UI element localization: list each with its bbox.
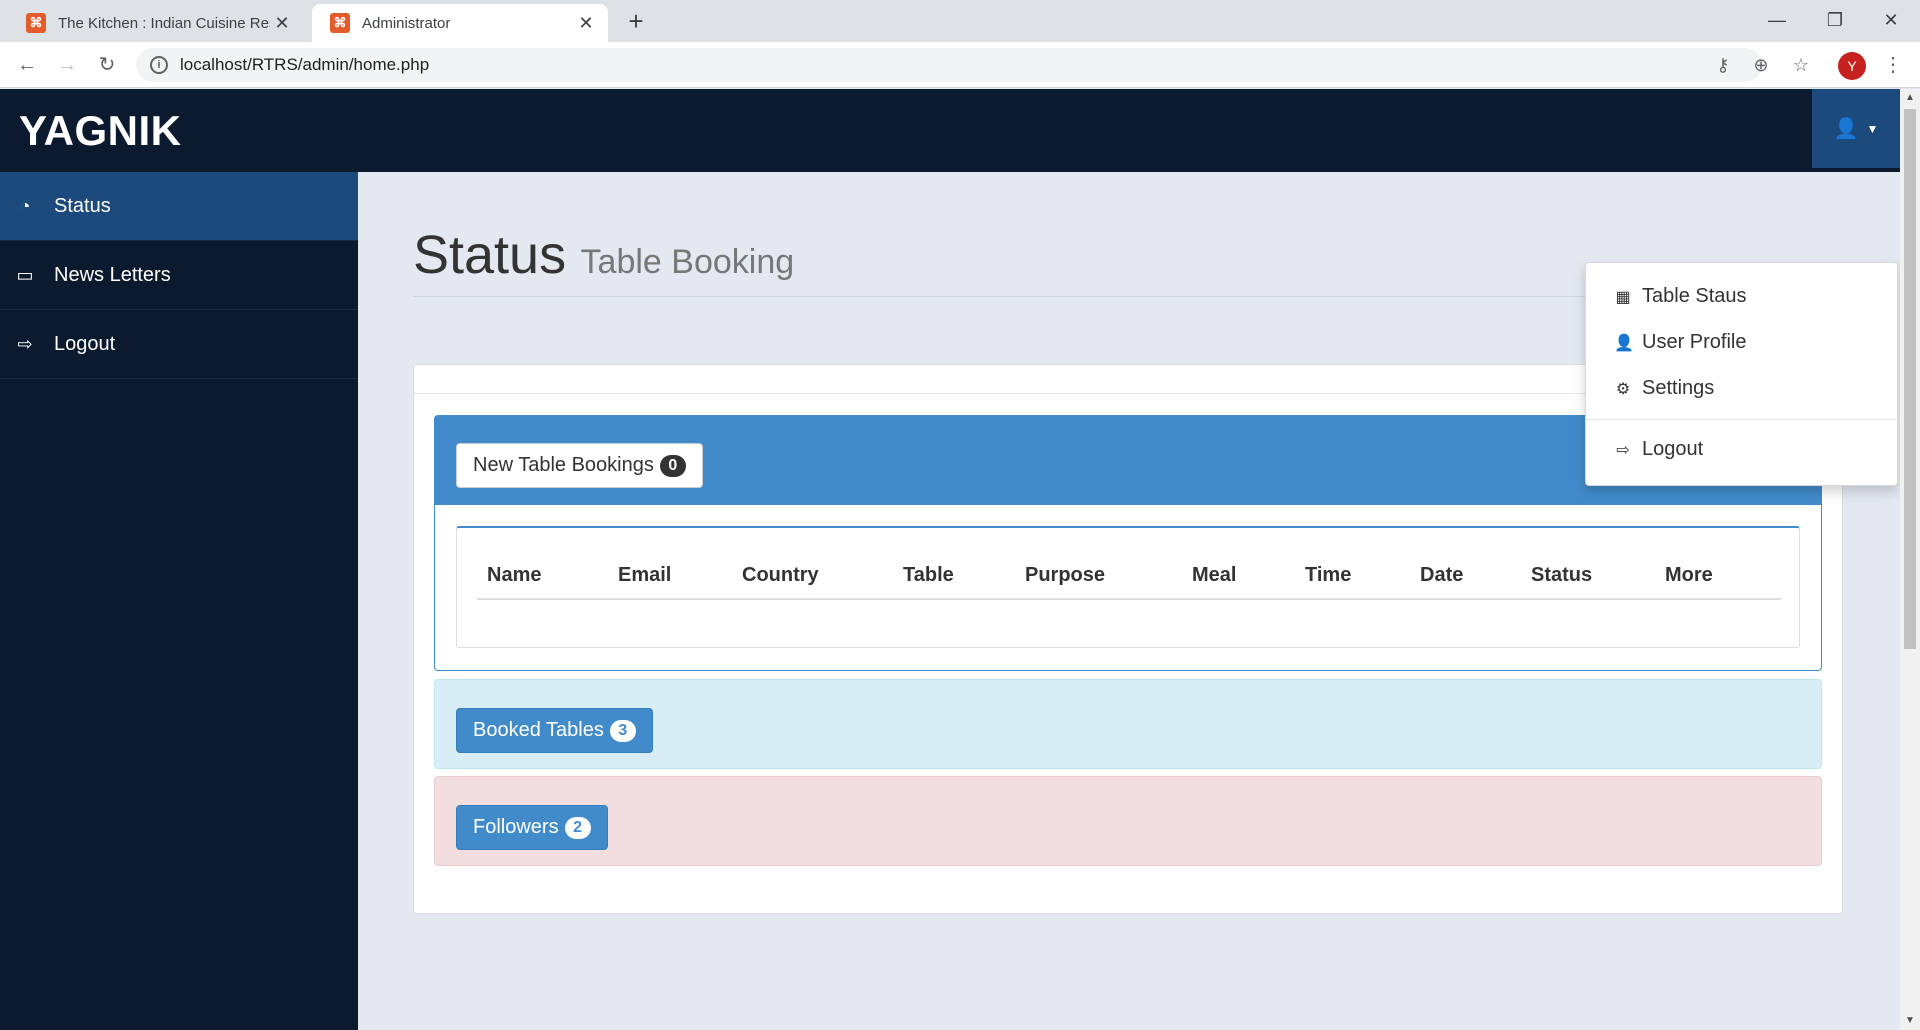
browser-menu-icon[interactable]: ⋮: [1880, 50, 1906, 80]
reload-icon[interactable]: ↻: [92, 50, 122, 80]
scroll-up-icon[interactable]: ▲: [1900, 89, 1920, 107]
button-label: New Table Bookings: [473, 454, 654, 476]
zoom-icon[interactable]: ⊕: [1748, 52, 1774, 78]
column-header-status: Status: [1531, 564, 1593, 586]
bookings-table: Name Email Country Table Purpose Meal Ti…: [456, 526, 1800, 648]
count-badge: 0: [659, 454, 686, 477]
count-badge: 2: [564, 816, 591, 839]
forward-icon[interactable]: →: [52, 50, 82, 80]
menu-item-table-status[interactable]: ▦ Table Staus: [1614, 285, 1747, 308]
maximize-icon[interactable]: ❐: [1806, 0, 1864, 42]
close-icon[interactable]: ✕: [270, 13, 294, 34]
table-icon: ▦: [1615, 288, 1631, 306]
page-title: Status: [413, 225, 567, 285]
followers-panel: Followers 2: [434, 776, 1822, 866]
menu-item-user-profile[interactable]: 👤 User Profile: [1614, 331, 1746, 354]
url-text[interactable]: localhost/RTRS/admin/home.php: [180, 55, 429, 75]
column-header-time: Time: [1305, 564, 1352, 586]
column-header-meal: Meal: [1192, 564, 1237, 586]
omnibox[interactable]: i localhost/RTRS/admin/home.php: [136, 48, 1762, 82]
page-subtitle: Table Booking: [580, 243, 795, 281]
page-scrollbar[interactable]: ▲ ▼: [1900, 89, 1920, 1030]
column-header-more: More: [1665, 564, 1713, 586]
window-close-icon[interactable]: ✕: [1862, 0, 1920, 42]
browser-tab-administrator[interactable]: ⌘ Administrator ✕: [312, 4, 608, 42]
menu-item-label: Table Staus: [1642, 285, 1747, 307]
info-icon[interactable]: i: [150, 56, 168, 74]
user-dropdown-toggle[interactable]: 👤 ▼: [1812, 89, 1900, 168]
back-icon[interactable]: ←: [12, 50, 42, 80]
new-tab-button[interactable]: +: [620, 6, 652, 38]
menu-item-settings[interactable]: ⚙ Settings: [1614, 377, 1714, 400]
sidebar-item-news-letters[interactable]: ▭ News Letters: [0, 241, 358, 310]
page: YAGNIK 👤 ▼ ◔ Status ▭ News Letters ⇨ Log…: [0, 89, 1900, 1030]
sidebar-item-label: Logout: [54, 332, 116, 355]
menu-item-label: Settings: [1642, 377, 1715, 399]
close-icon[interactable]: ✕: [574, 13, 598, 34]
booked-tables-button[interactable]: Booked Tables 3: [456, 708, 653, 753]
brand-logo[interactable]: YAGNIK: [19, 107, 182, 155]
desktop-icon: ▭: [16, 264, 34, 285]
column-header-name: Name: [487, 564, 542, 586]
sign-out-icon: ⇨: [17, 333, 33, 354]
xampp-icon: ⌘: [26, 13, 46, 33]
minimize-icon[interactable]: —: [1748, 0, 1806, 42]
menu-divider: [1586, 419, 1897, 420]
tab-title: Administrator: [362, 14, 451, 32]
browser-tab-kitchen[interactable]: ⌘ The Kitchen : Indian Cuisine Resta ✕: [8, 4, 304, 42]
menu-item-logout[interactable]: ⇨ Logout: [1614, 438, 1703, 461]
user-icon: 👤: [1614, 334, 1634, 352]
sidebar-item-label: Status: [54, 194, 111, 217]
new-table-bookings-button[interactable]: New Table Bookings 0: [456, 443, 703, 488]
gear-icon: ⚙: [1615, 380, 1631, 398]
dashboard-icon: ◔: [19, 195, 31, 216]
button-label: Booked Tables: [473, 719, 604, 741]
xampp-icon: ⌘: [330, 13, 350, 33]
key-icon[interactable]: ⚷: [1710, 52, 1736, 78]
menu-item-label: User Profile: [1642, 331, 1747, 353]
bookmark-star-icon[interactable]: ☆: [1788, 52, 1814, 78]
browser-tab-strip: ⌘ The Kitchen : Indian Cuisine Resta ✕ ⌘…: [0, 0, 1920, 42]
user-icon: 👤: [1833, 118, 1859, 140]
sidebar-item-status[interactable]: ◔ Status: [0, 172, 358, 241]
menu-item-label: Logout: [1642, 438, 1704, 460]
button-label: Followers: [473, 816, 559, 838]
column-header-email: Email: [618, 564, 672, 586]
column-header-country: Country: [742, 564, 819, 586]
caret-down-icon: ▼: [1866, 121, 1879, 136]
column-header-date: Date: [1420, 564, 1464, 586]
booked-tables-panel: Booked Tables 3: [434, 679, 1822, 769]
address-toolbar: ← → ↻ i localhost/RTRS/admin/home.php ⚷ …: [0, 42, 1920, 88]
sidebar-item-label: News Letters: [54, 263, 171, 286]
top-navbar: YAGNIK 👤 ▼: [0, 89, 1900, 172]
tab-title: The Kitchen : Indian Cuisine Resta: [58, 14, 270, 32]
followers-button[interactable]: Followers 2: [456, 805, 608, 850]
sidebar-item-logout[interactable]: ⇨ Logout: [0, 310, 358, 379]
profile-avatar[interactable]: Y: [1838, 52, 1866, 80]
scrollbar-thumb[interactable]: [1904, 109, 1916, 649]
user-dropdown-menu: ▦ Table Staus 👤 User Profile ⚙ Settings …: [1585, 262, 1898, 486]
sidebar: ◔ Status ▭ News Letters ⇨ Logout: [0, 172, 358, 1030]
count-badge: 3: [609, 719, 636, 742]
sign-out-icon: ⇨: [1616, 441, 1630, 459]
table-header: Name Email Country Table Purpose Meal Ti…: [477, 564, 1781, 600]
scroll-down-icon[interactable]: ▼: [1900, 1012, 1920, 1030]
column-header-table: Table: [903, 564, 954, 586]
column-header-purpose: Purpose: [1025, 564, 1106, 586]
